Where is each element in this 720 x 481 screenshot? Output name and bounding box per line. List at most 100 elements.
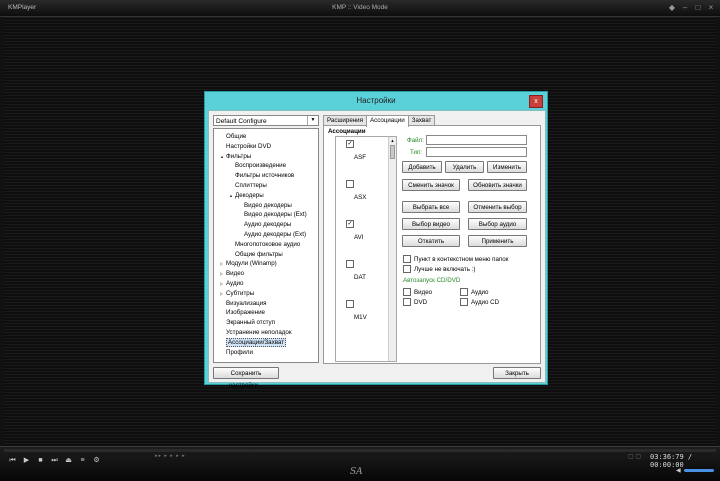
config-select-value: Default Configure [216,118,267,125]
select-video-button[interactable]: Выбор видео [402,218,460,230]
tab-associations[interactable]: Ассоциации [365,115,409,127]
settings-icon[interactable]: ⚙ [92,456,101,465]
type-label: Тип: [410,149,423,156]
add-button[interactable]: Добавить [402,161,442,173]
extension-scrollbar[interactable]: ▲ [388,137,396,361]
window-controls: ◆ – □ × [667,3,716,12]
tree-item-label: Аудио декодеры (Ext) [244,230,307,238]
tree-item[interactable]: Аудио декодеры (Ext) [214,230,318,240]
tree-item-label: Экранный отступ [226,319,276,327]
tree-item[interactable]: Общие [214,132,318,142]
prev-icon[interactable]: ⏮ [8,456,17,465]
tree-item[interactable]: Визуализация [214,299,318,309]
scroll-thumb[interactable] [390,145,395,159]
better-not-checkbox-box[interactable] [403,265,411,273]
extension-item[interactable]: ✓ ASF [336,137,388,177]
extension-name: ASF [354,154,367,161]
playlist-icon[interactable]: ≡ [78,456,87,465]
tree-item[interactable]: ▲ Фильтры [214,152,318,162]
autorun-audio-cd-box[interactable] [460,298,468,306]
settings-tree[interactable]: Общие Настройки DVD ▲ Фильтры Воспроизведени… [213,128,319,363]
tree-item[interactable]: Воспроизведение [214,161,318,171]
tree-item[interactable]: ▷ Видео [214,269,318,279]
minimize-icon[interactable]: – [680,3,690,12]
time-mode-icon[interactable]: ▢ ▢ [628,453,641,460]
seek-bar[interactable] [4,449,716,452]
context-menu-checkbox[interactable]: Пункт в контекстном меню папок [403,255,508,263]
tree-item[interactable]: Ассоциации/Захват [214,337,318,348]
autorun-dvd-label: DVD [414,298,428,306]
change-button[interactable]: Изменить [487,161,527,173]
extension-checkbox[interactable] [346,180,354,188]
tree-item[interactable]: ▷ Модули (Winamp) [214,259,318,269]
tree-item[interactable]: ▷ Субтитры [214,289,318,299]
dialog-close-button[interactable]: x [529,95,543,108]
config-select[interactable]: Default Configure ▼ [213,115,319,126]
equalizer-icons[interactable]: ▸▸ ▸ ▸ ▸ ▸ [155,453,186,459]
settings-dialog: Настройки x Default Configure ▼ Общие Нас… [204,91,548,389]
tree-item[interactable]: Настройки DVD [214,142,318,152]
maximize-icon[interactable]: □ [693,3,703,12]
tree-item[interactable]: Многопотоковое аудио [214,240,318,250]
close-button[interactable]: Закрыть [493,367,541,379]
tree-item[interactable]: Устранение неполадок [214,328,318,338]
deselect-button[interactable]: Отменить выбор [468,201,527,213]
tree-item[interactable]: Общие фильтры [214,250,318,260]
tree-item[interactable]: Сплиттеры [214,181,318,191]
tree-item[interactable]: Изображение [214,308,318,318]
close-icon[interactable]: × [706,3,716,12]
autorun-video-box[interactable] [403,288,411,296]
autorun-audio-checkbox[interactable]: Аудио [460,288,488,296]
apply-button[interactable]: Применить [468,235,527,247]
autorun-dvd-box[interactable] [403,298,411,306]
autorun-audio-cd-label: Аудио CD [471,298,500,306]
tree-item[interactable]: Аудио декодеры [214,220,318,230]
volume-slider[interactable] [683,469,714,472]
stop-icon[interactable]: ■ [36,456,45,465]
extension-item[interactable]: ASX [336,177,388,217]
tree-item[interactable]: ▲ Декодеры [214,191,318,201]
tree-item[interactable]: Экранный отступ [214,318,318,328]
tree-item-label: Настройки DVD [226,142,272,150]
extension-item[interactable]: DAT [336,257,388,297]
pin-icon[interactable]: ◆ [667,3,677,12]
tree-item-label: Аудио декодеры [244,221,292,229]
autorun-dvd-checkbox[interactable]: DVD [403,298,427,306]
extension-list[interactable]: ✓ ASF ASX ✓ AVI DAT M1V ▲ [335,136,397,362]
file-field[interactable] [426,135,527,145]
eject-icon[interactable]: ⏏ [64,456,73,465]
extension-checkbox[interactable] [346,260,354,268]
autorun-video-checkbox[interactable]: Видео [403,288,432,296]
play-icon[interactable]: ▶ [22,456,31,465]
chevron-down-icon[interactable]: ▼ [307,116,318,125]
tree-item[interactable]: Видео декодеры (Ext) [214,210,318,220]
extension-checkbox[interactable]: ✓ [346,220,354,228]
refresh-icons-button[interactable]: Обновить значки [468,179,527,191]
autorun-audio-cd-checkbox[interactable]: Аудио CD [460,298,499,306]
type-field[interactable] [426,147,527,157]
tree-item[interactable]: Фильтры источников [214,171,318,181]
tree-item[interactable]: ▷ Аудио [214,279,318,289]
tree-item-label: Видео декодеры [244,201,292,209]
tree-item[interactable]: Видео декодеры [214,201,318,211]
delete-button[interactable]: Удалить [445,161,484,173]
rollback-button[interactable]: Откатить [402,235,460,247]
tree-item[interactable]: Профили [214,348,318,358]
extension-checkbox[interactable] [346,300,354,308]
autorun-audio-box[interactable] [460,288,468,296]
extension-item[interactable]: ✓ AVI [336,217,388,257]
scroll-up-icon[interactable]: ▲ [389,137,396,144]
next-icon[interactable]: ⏭ [50,456,59,465]
save-settings-button[interactable]: Сохранить настройки... [213,367,279,389]
context-menu-checkbox-box[interactable] [403,255,411,263]
better-not-checkbox[interactable]: Лучше не включать :) [403,265,475,273]
select-audio-button[interactable]: Выбор аудио [468,218,527,230]
extension-item[interactable]: M1V [336,297,388,337]
tree-item-label: Декодеры [235,191,264,199]
tree-item-label: Фильтры [226,152,252,160]
select-all-button[interactable]: Выбрать все [402,201,460,213]
speaker-icon[interactable]: ◀ [676,467,681,474]
volume-control[interactable]: ◀ [676,467,714,474]
extension-checkbox[interactable]: ✓ [346,140,354,148]
change-icon-button[interactable]: Сменить значок [402,179,460,191]
